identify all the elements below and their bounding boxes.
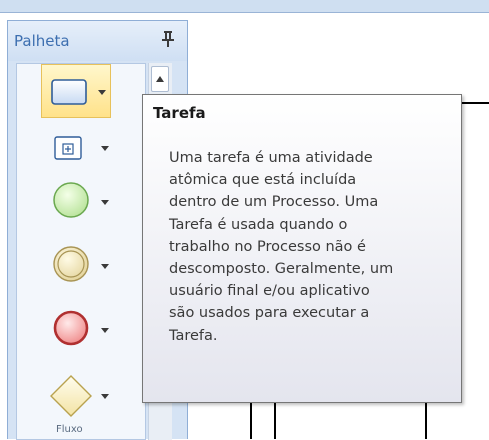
subprocess-icon	[54, 136, 82, 160]
start-event-tool[interactable]	[41, 176, 121, 232]
intermediate-event-icon	[53, 246, 89, 282]
scroll-up-button[interactable]	[151, 66, 169, 92]
tooltip-body: Uma tarefa é uma atividade atômica que e…	[169, 150, 394, 344]
task-rectangle-icon	[51, 79, 87, 105]
gateway-diamond-icon	[50, 375, 92, 417]
gateway-tool[interactable]	[41, 368, 121, 424]
palette-title: Palheta	[14, 32, 70, 50]
chevron-down-icon[interactable]	[101, 146, 109, 151]
chevron-down-icon[interactable]	[101, 264, 109, 269]
chevron-down-icon[interactable]	[101, 394, 109, 399]
window-top-bar	[0, 0, 489, 12]
task-tool[interactable]	[41, 64, 111, 118]
palette-header: Palheta	[8, 21, 187, 61]
subprocess-tool[interactable]	[41, 126, 121, 172]
palette-group-label: Fluxo	[56, 424, 83, 435]
top-divider	[0, 12, 489, 13]
tooltip: Tarefa Uma tarefa é uma atividade atômic…	[142, 94, 462, 403]
intermediate-event-tool[interactable]	[41, 240, 121, 296]
tooltip-title: Tarefa	[153, 104, 206, 122]
chevron-down-icon[interactable]	[101, 200, 109, 205]
start-event-icon	[53, 182, 89, 218]
chevron-up-icon	[156, 76, 164, 82]
pin-icon[interactable]	[161, 30, 175, 48]
chevron-down-icon[interactable]	[101, 328, 109, 333]
chevron-down-icon[interactable]	[98, 90, 106, 95]
palette-tool-list	[16, 63, 146, 440]
end-event-tool[interactable]	[41, 304, 121, 360]
end-event-icon	[53, 310, 89, 346]
